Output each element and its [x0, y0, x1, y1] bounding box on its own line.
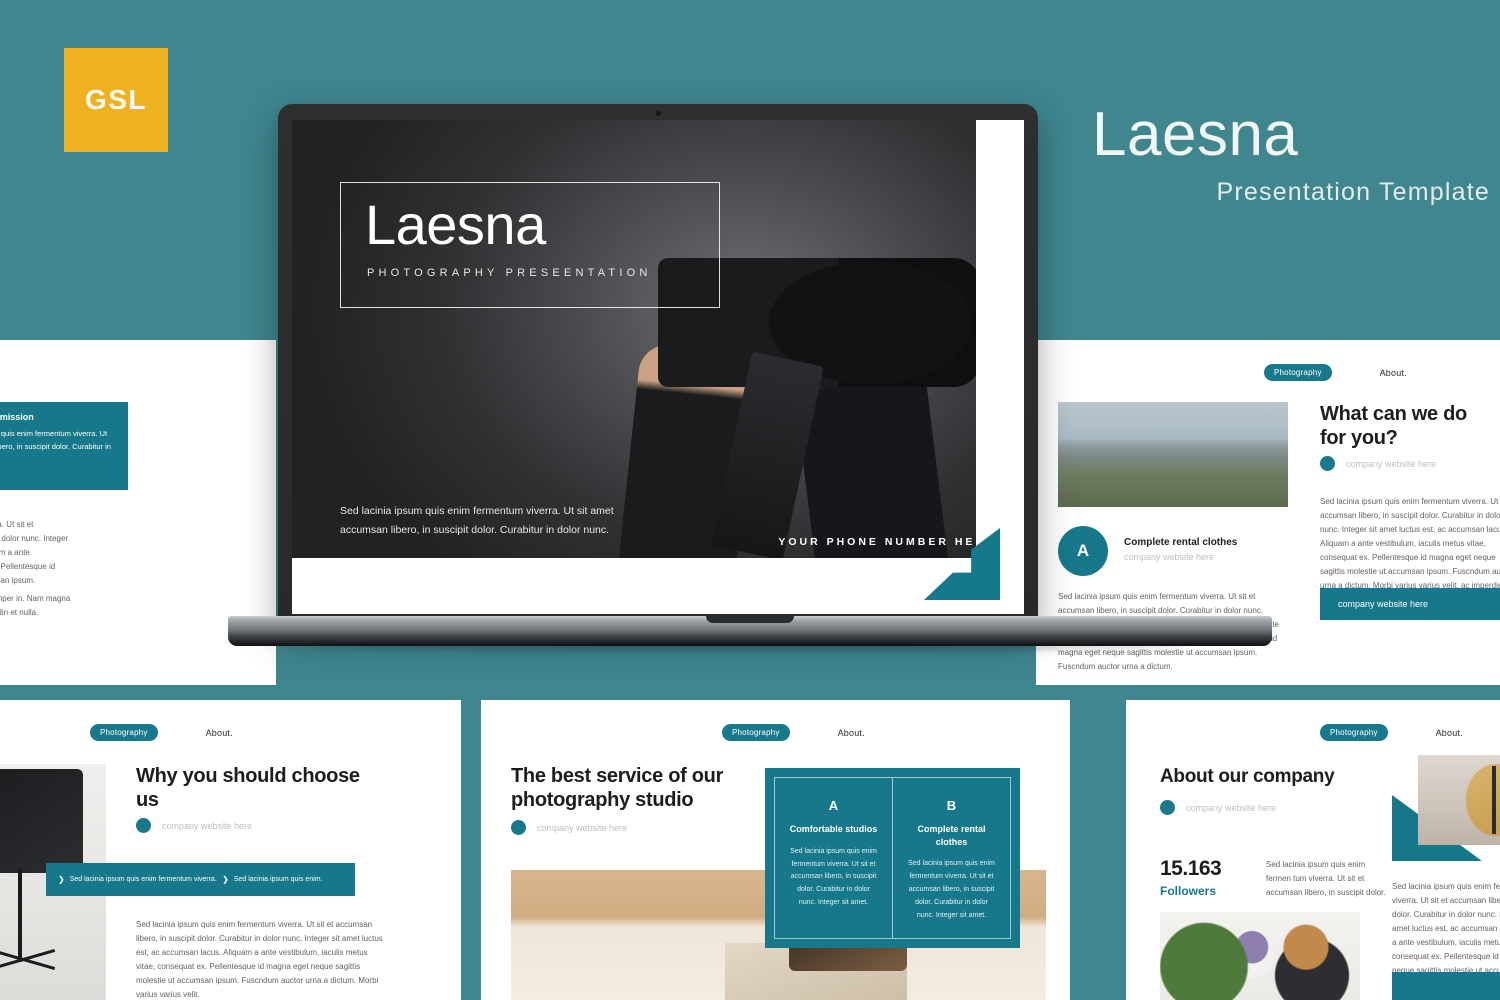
stat-block: 15.163 Followers: [1160, 857, 1222, 898]
laptop-shadow: [312, 644, 1192, 650]
laptop-camera-icon: [655, 111, 661, 116]
slide-heading: What can we do for you?: [1320, 403, 1467, 450]
slide-best-service[interactable]: Photography About. The best service of o…: [481, 700, 1070, 1000]
card-body: Sed lacinia ipsum quis enim fermentum vi…: [0, 429, 111, 452]
title-slide-headline: Laesna: [365, 193, 546, 256]
card-studio-mission[interactable]: ❯Our studio mission Sed lacinia ipsum qu…: [0, 402, 128, 490]
cta-label: company website here: [1338, 599, 1429, 609]
pill-photography[interactable]: Photography: [1320, 724, 1388, 741]
mockup-stage: GSL Laesna Presentation Template Photogr…: [0, 0, 1500, 1000]
website-row: company website here: [136, 818, 252, 833]
slide-about-company[interactable]: Photography About. About our company com…: [1126, 700, 1500, 1000]
title-frame-box: Laesna PHOTOGRAPHY PRESEENTATION: [340, 182, 720, 308]
laptop-notch: [706, 616, 794, 623]
ab-letter: B: [946, 798, 957, 813]
ab-body: Sed lacinia ipsum quis enim fermentum vi…: [908, 860, 995, 919]
bullet-item: ❯ Sed lacinia ipsum quis enim.: [222, 875, 322, 884]
laptop-lid: Laesna PHOTOGRAPHY PRESEENTATION Sed lac…: [278, 104, 1038, 629]
light-stand-pole: [18, 867, 23, 963]
laptop-mockup: Laesna PHOTOGRAPHY PRESEENTATION Sed lac…: [228, 104, 1272, 650]
softbox-shape: [0, 768, 83, 873]
nav-about[interactable]: About.: [838, 728, 865, 738]
pill-photography[interactable]: Photography: [90, 724, 158, 741]
bullet-item: ❯ Sed lacinia ipsum quis enim fermentum …: [46, 875, 222, 884]
website-label: company website here: [1346, 458, 1437, 469]
website-row: company website here: [1320, 456, 1436, 471]
slide-image-mirror-tripod: [1418, 755, 1500, 845]
ab-title: Comfortable studios: [789, 824, 878, 834]
website-label: company website here: [162, 820, 253, 831]
bullet-dot-icon: [136, 818, 151, 833]
stat-label: Followers: [1160, 884, 1217, 898]
stat-number: 15.163: [1160, 857, 1222, 880]
bullet-bar[interactable]: ❯ Sed lacinia ipsum quis enim fermentum …: [46, 863, 355, 896]
slide-why-choose-us[interactable]: Photography About. Why you should choose…: [0, 700, 461, 1000]
laptop-screen: Laesna PHOTOGRAPHY PRESEENTATION Sed lac…: [292, 120, 1024, 614]
cta-website-button[interactable]: company website here: [1320, 588, 1500, 620]
ab-card-container: A Comfortable studios Sed lacinia ipsum …: [765, 768, 1020, 948]
bullet-dot-icon: [1320, 456, 1335, 471]
ab-letter: A: [828, 798, 839, 813]
ab-card-b[interactable]: B Complete rental clothes Sed lacinia ip…: [893, 778, 1010, 938]
paragraph-two: Morbi varius varius velit, ac imperdiet …: [0, 594, 71, 617]
bullet-label: Sed lacinia ipsum quis enim.: [233, 876, 323, 883]
nav-about[interactable]: About.: [1380, 368, 1407, 378]
nav-about[interactable]: About.: [206, 728, 233, 738]
stat-body: Sed lacinia ipsum quis enim fermen tum v…: [1266, 860, 1386, 897]
gsl-logo-badge: GSL: [64, 48, 168, 152]
paragraph-one: Sed lacinia ipsum quis enim fermentum vi…: [0, 520, 69, 585]
ab-body: Sed lacinia ipsum quis enim fermentum vi…: [790, 847, 877, 907]
slide-heading: Why you should choose us: [136, 765, 360, 812]
nav-about[interactable]: About.: [1436, 728, 1463, 738]
cta-website-button[interactable]: [1392, 972, 1500, 1000]
slide-white-edge-bottom: [292, 558, 1024, 614]
pill-photography[interactable]: Photography: [1264, 364, 1332, 381]
title-slide-body: Sed lacinia ipsum quis enim fermentum vi…: [340, 505, 614, 537]
bullet-dot-icon: [511, 820, 526, 835]
website-label: company website here: [1186, 802, 1277, 813]
slide-heading: The best service of our photography stud…: [511, 765, 724, 812]
title-slide-tagline: PHOTOGRAPHY PRESEENTATION: [367, 267, 652, 279]
ab-card-a[interactable]: A Comfortable studios Sed lacinia ipsum …: [775, 778, 893, 938]
ab-title: Complete rental clothes: [917, 824, 986, 847]
slide-heading: About our company: [1160, 766, 1335, 787]
slide-body: Sed lacinia ipsum quis enim fermentum vi…: [136, 920, 383, 999]
website-row: company website here: [1160, 800, 1276, 815]
slide-image-plants-camera: [1160, 912, 1360, 1000]
card-title: ❯Our studio mission: [0, 412, 34, 422]
website-label: company website here: [537, 822, 628, 833]
chevron-right-icon: ❯: [58, 875, 65, 884]
gsl-logo-text: GSL: [84, 84, 148, 115]
bullet-label: Sed lacinia ipsum quis enim fermentum vi…: [69, 876, 217, 883]
bullet-dot-icon: [1160, 800, 1175, 815]
title-slide-phone-label: YOUR PHONE NUMBER HERE: [778, 536, 996, 548]
pill-photography[interactable]: Photography: [722, 724, 790, 741]
tripod-pole: [1491, 765, 1496, 835]
chevron-right-icon: ❯: [222, 875, 229, 884]
ab-card-inner-frame: A Comfortable studios Sed lacinia ipsum …: [774, 777, 1011, 939]
website-row: company website here: [511, 820, 627, 835]
